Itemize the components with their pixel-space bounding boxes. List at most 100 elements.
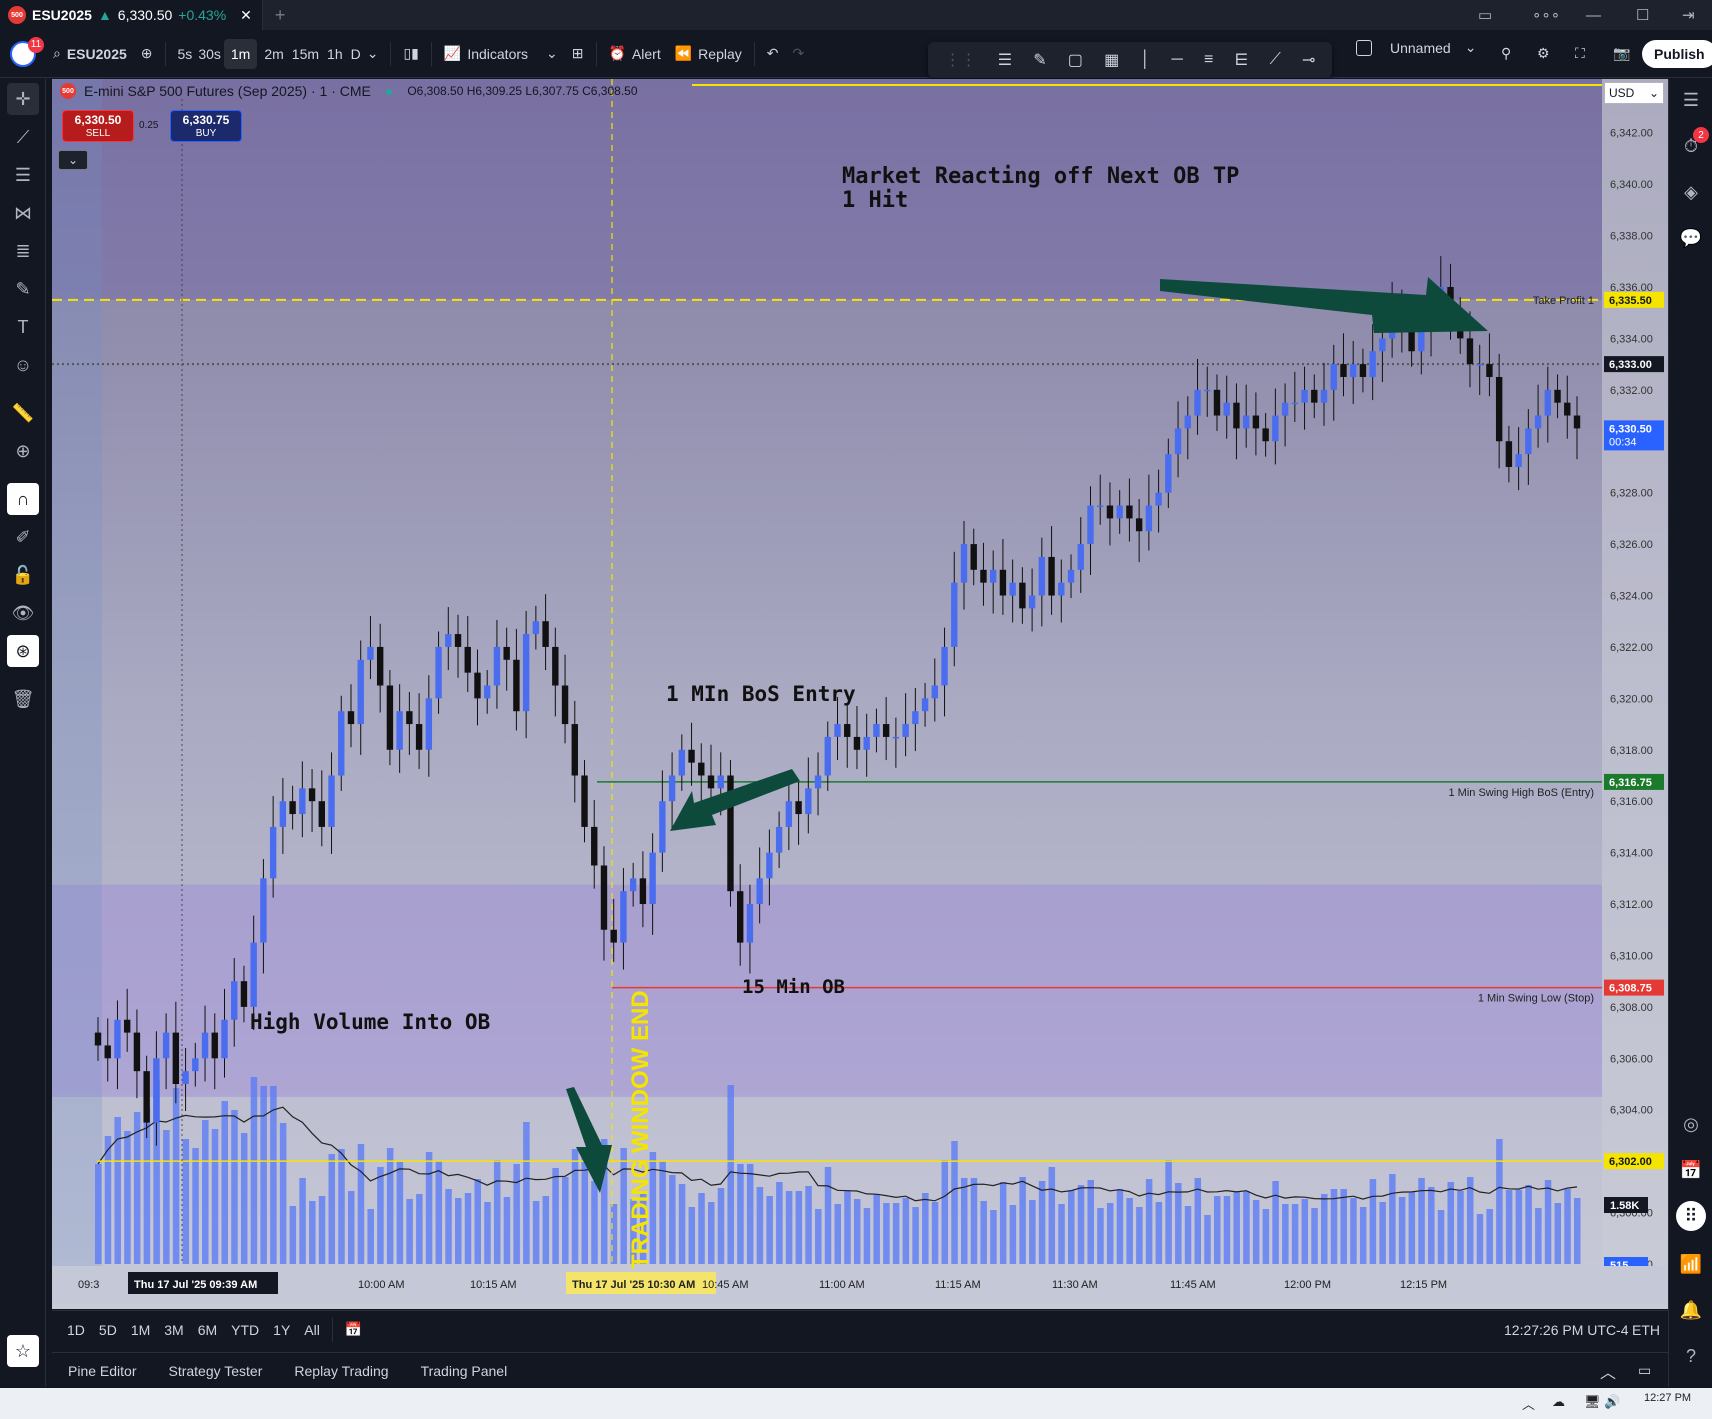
range-1d[interactable]: 1D (60, 1322, 92, 1338)
candle-body (1174, 428, 1182, 455)
chevron-up-icon[interactable]: ︿ (1600, 1359, 1616, 1383)
range-6m[interactable]: 6M (191, 1322, 224, 1338)
candles-icon[interactable]: ▯▮ (396, 39, 425, 69)
ruler-icon[interactable]: 📏 (7, 397, 39, 429)
clock-display[interactable]: 12:27:26 PM UTC-4 (1504, 1322, 1629, 1338)
tab-close-icon[interactable]: ✕ (240, 7, 252, 24)
user-avatar[interactable]: 11 (0, 36, 46, 67)
redo-icon[interactable]: ↷ (786, 39, 812, 69)
emoji-icon[interactable]: ☺ (7, 349, 39, 381)
star-icon[interactable]: ☆ (7, 1335, 39, 1367)
tab-trading-panel[interactable]: Trading Panel (405, 1363, 524, 1379)
maximize-icon[interactable]: ☐ (1636, 0, 1649, 30)
more-icon[interactable]: ∘∘∘ (1532, 0, 1560, 30)
buy-button[interactable]: 6,330.75 BUY (170, 110, 242, 142)
volume-bar (1321, 1194, 1328, 1264)
fib-icon[interactable]: ≡ (1204, 51, 1213, 69)
publish-button[interactable]: Publish (1642, 40, 1712, 68)
sell-button[interactable]: 6,330.50 SELL (62, 110, 134, 142)
target-icon[interactable]: ◎ (1676, 1109, 1706, 1139)
new-tab-icon[interactable]: + (275, 5, 286, 26)
indicators-button[interactable]: 📈 Indicators ⌄ (437, 39, 565, 69)
tab-pine-editor[interactable]: Pine Editor (52, 1363, 152, 1379)
magnet-icon[interactable]: ∩ (7, 483, 39, 515)
chart-tab[interactable]: 500 ESU2025 ▲ 6,330.50 +0.43% ✕ (0, 0, 263, 30)
tab-replay-trading[interactable]: Replay Trading (278, 1363, 404, 1379)
camera-icon[interactable]: 📷 (1606, 39, 1637, 69)
watchlist-icon[interactable]: ☰ (1676, 85, 1706, 115)
date-range-calendar-icon[interactable]: 📅 (338, 1321, 369, 1338)
grid-icon[interactable]: ▦ (1104, 50, 1119, 70)
range-3m[interactable]: 3M (157, 1322, 190, 1338)
settings-gear-icon[interactable]: ⚙ (1530, 39, 1557, 69)
session-label[interactable]: ETH (1632, 1322, 1660, 1338)
crosshair-icon[interactable]: ✛ (7, 83, 39, 115)
globe-icon[interactable]: ⊛ (7, 635, 39, 667)
volume-bar (1525, 1185, 1532, 1264)
price-chart[interactable]: 6,342.00 6,340.00 6,338.00 6,336.00 6,334.00… (52, 79, 1668, 1309)
layers-icon[interactable]: ◈ (1676, 177, 1706, 207)
layout-selector[interactable]: Unnamed ⌄ (1356, 39, 1476, 56)
collapse-legend-chevron-icon[interactable]: ⌄ (58, 150, 88, 170)
volume-icon[interactable]: 🔊 (1604, 1394, 1620, 1410)
pen-icon[interactable]: ✎ (1033, 50, 1046, 70)
help-icon[interactable]: ? (1676, 1341, 1706, 1371)
undo-icon[interactable]: ↶ (760, 39, 786, 69)
symbol-search-button[interactable]: ⌕ ESU2025 (46, 39, 134, 69)
pattern-icon[interactable]: ⋈ (7, 197, 39, 229)
lock-icon[interactable]: 🔓 (7, 559, 39, 591)
apps-grid-icon[interactable]: ⠿ (1676, 1201, 1706, 1231)
eye-icon[interactable]: 👁 (7, 597, 39, 629)
tab-strategy-tester[interactable]: Strategy Tester (152, 1363, 278, 1379)
volume-bar (990, 1210, 997, 1264)
zoom-in-icon[interactable]: ⊕ (7, 435, 39, 467)
range-5d[interactable]: 5D (92, 1322, 124, 1338)
volume-bar (1213, 1196, 1221, 1264)
drag-handle-icon[interactable]: ⋮⋮ (945, 50, 977, 70)
quick-search-icon[interactable]: ⚲ (1494, 39, 1518, 69)
chart-canvas[interactable]: 6,342.006,340.006,338.006,336.006,334.00… (52, 79, 1668, 1309)
replay-button[interactable]: ⏪ Replay (668, 39, 749, 69)
vertical-line-icon[interactable]: │ (1140, 51, 1150, 69)
interval-30s[interactable]: 30s (191, 39, 228, 69)
rectangle-icon[interactable]: ▢ (1068, 50, 1083, 70)
range-1y[interactable]: 1Y (266, 1322, 297, 1338)
taskbar-time[interactable]: 12:27 PM (1644, 1392, 1691, 1404)
horizontal-lines-icon[interactable]: ☰ (7, 159, 39, 191)
minimize-icon[interactable]: — (1586, 0, 1601, 30)
legend-title[interactable]: E-mini S&P 500 Futures (Sep 2025) · 1 · … (84, 83, 371, 99)
range-all[interactable]: All (297, 1322, 327, 1338)
trend-line-tool-icon[interactable]: ⟋ (7, 121, 39, 153)
buy-price: 6,330.75 (182, 113, 230, 127)
horizontal-line-icon[interactable]: ─ (1172, 51, 1183, 69)
interval-1m[interactable]: 1m (223, 38, 258, 69)
network-icon[interactable]: 🖥 (1584, 1394, 1601, 1410)
pitchfork-icon[interactable]: ⋿ (1235, 50, 1249, 70)
ray-icon[interactable]: ⊸ (1302, 50, 1315, 70)
fullscreen-icon[interactable]: ⛶ (1568, 39, 1592, 69)
bell-icon[interactable]: 🔔 (1676, 1295, 1706, 1325)
lock-pen-icon[interactable]: ✐ (7, 521, 39, 553)
cloud-icon[interactable]: ☁ (1552, 1394, 1565, 1410)
trash-icon[interactable]: 🗑 (7, 683, 39, 715)
chevron-down-icon[interactable]: ⌄ (360, 39, 386, 69)
text-tool-icon[interactable]: T (7, 311, 39, 343)
templates-icon[interactable]: ⊞ (565, 39, 591, 69)
volume-bar (834, 1204, 841, 1264)
multi-lines-icon[interactable]: ☰ (998, 50, 1012, 70)
alert-button[interactable]: ⏰ Alert (602, 39, 668, 69)
maximize-panel-icon[interactable]: ▭ (1638, 1362, 1651, 1379)
brush-icon[interactable]: ✎ (7, 273, 39, 305)
fib-retracement-icon[interactable]: ≣ (7, 235, 39, 267)
chat-icon[interactable]: 💬 (1676, 223, 1706, 253)
exit-icon[interactable]: ⇥ (1682, 0, 1695, 30)
compare-symbol-icon[interactable]: ⊕ (134, 39, 160, 69)
calendar-icon[interactable]: 📅 (1676, 1155, 1706, 1185)
signal-icon[interactable]: 📶 (1676, 1249, 1706, 1279)
range-ytd[interactable]: YTD (224, 1322, 266, 1338)
range-1m[interactable]: 1M (124, 1322, 157, 1338)
layout-icon[interactable]: ▭ (1478, 0, 1492, 30)
currency-selector[interactable]: USD ⌄ (1604, 82, 1664, 104)
trend-line-icon[interactable]: ⟋ (1270, 51, 1281, 69)
tray-chevron-icon[interactable]: ︿ (1522, 1394, 1535, 1413)
